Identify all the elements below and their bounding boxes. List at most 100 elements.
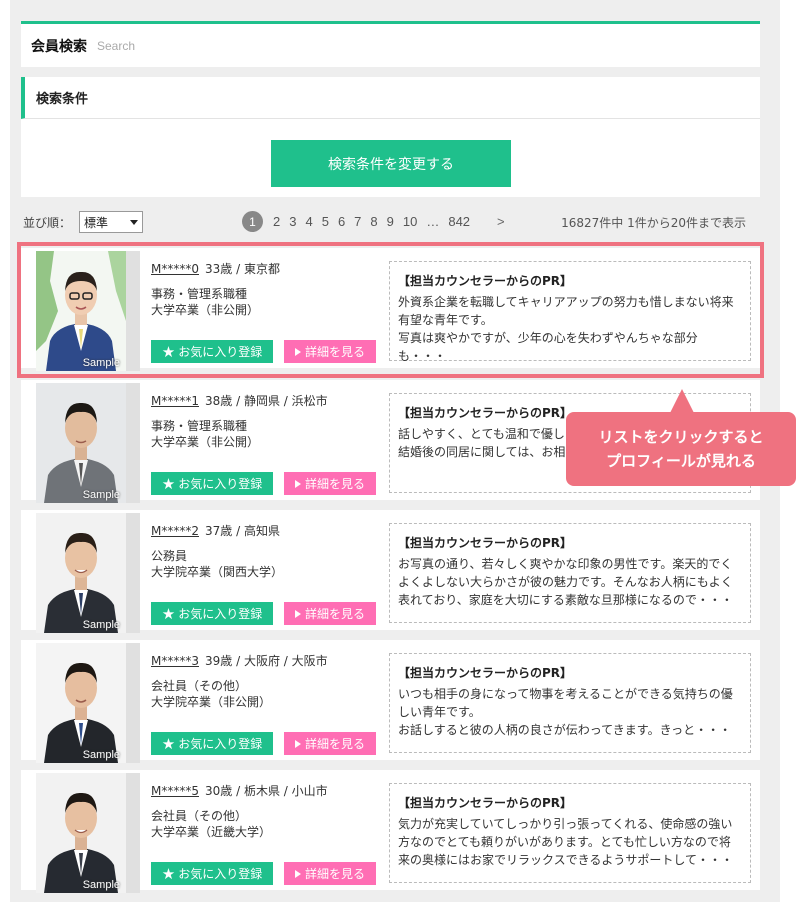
detail-button[interactable]: 詳細を見る xyxy=(284,472,376,495)
detail-label: 詳細を見る xyxy=(304,345,365,359)
member-job: 事務・管理系職種 xyxy=(151,419,248,433)
member-id-link[interactable]: M*****0 xyxy=(151,262,199,276)
member-education: 大学卒業（近畿大学） xyxy=(151,825,272,839)
sort-select[interactable]: 標準 xyxy=(79,211,144,233)
counselor-pr-box: 【担当カウンセラーからのPR】 お写真の通り、若々しく爽やかな印象の男性です。楽… xyxy=(389,523,751,623)
page-link[interactable]: 5 xyxy=(322,214,329,229)
next-page-link[interactable]: > xyxy=(497,214,505,229)
sample-label: Sample xyxy=(82,879,120,891)
sample-label: Sample xyxy=(82,619,120,631)
member-job: 会社員（その他） xyxy=(151,679,248,693)
star-icon: ★ xyxy=(161,734,176,753)
man-portrait-icon xyxy=(36,773,126,893)
member-education: 大学院卒業（関西大学） xyxy=(151,565,284,579)
member-photo: Sample xyxy=(36,773,126,893)
result-count: 16827件中 1件から20件まで表示 xyxy=(561,216,746,230)
member-photo: Sample xyxy=(36,383,126,503)
star-icon: ★ xyxy=(161,864,176,883)
member-age-location: 30歳 / 栃木県 / 小山市 xyxy=(205,784,328,798)
photo-side-strip xyxy=(126,251,140,371)
favorite-button[interactable]: ★ お気に入り登録 xyxy=(151,862,273,885)
page-link[interactable]: 842 xyxy=(448,214,470,229)
page-link[interactable]: 10 xyxy=(403,214,417,229)
man-portrait-icon xyxy=(36,513,126,633)
photo-side-strip xyxy=(126,773,140,893)
detail-button[interactable]: 詳細を見る xyxy=(284,862,376,885)
play-arrow-icon xyxy=(294,869,301,878)
detail-button[interactable]: 詳細を見る xyxy=(284,602,376,625)
counselor-pr-box: 【担当カウンセラーからのPR】 いつも相手の身になって物事を考えることができる気… xyxy=(389,653,751,753)
member-info: M*****1 38歳 / 静岡県 / 浜松市 事務・管理系職種 大学卒業（非公開… xyxy=(151,392,381,450)
member-info: M*****2 37歳 / 高知県 公務員 大学院卒業（関西大学） xyxy=(151,522,381,580)
page-link[interactable]: 6 xyxy=(338,214,345,229)
man-portrait-icon xyxy=(36,251,126,371)
star-icon: ★ xyxy=(161,604,176,623)
chevron-down-icon xyxy=(130,219,139,225)
member-id-link[interactable]: M*****2 xyxy=(151,524,199,538)
photo-side-strip xyxy=(126,513,140,633)
star-icon: ★ xyxy=(161,342,176,361)
counselor-pr-box: 【担当カウンセラーからのPR】 気力が充実していてしっかり引っ張ってくれる、使命… xyxy=(389,783,751,883)
member-info: M*****3 39歳 / 大阪府 / 大阪市 会社員（その他） 大学院卒業（非公… xyxy=(151,652,381,710)
change-conditions-button[interactable]: 検索条件を変更する xyxy=(271,140,511,187)
page-link-current[interactable]: 1 xyxy=(242,211,263,232)
member-card[interactable]: Sample M*****2 37歳 / 高知県 公務員 大学院卒業（関西大学） … xyxy=(21,510,760,633)
favorite-label: お気に入り登録 xyxy=(178,607,263,621)
play-arrow-icon xyxy=(294,739,301,748)
pr-title: 【担当カウンセラーからのPR】 xyxy=(398,274,573,288)
pr-text: いつも相手の身になって物事を考えることができる気持ちの優しい青年です。 お話しす… xyxy=(398,687,733,737)
member-photo: Sample xyxy=(36,513,126,633)
favorite-label: お気に入り登録 xyxy=(178,867,263,881)
play-arrow-icon xyxy=(294,347,301,356)
pr-title: 【担当カウンセラーからのPR】 xyxy=(398,666,573,680)
member-age-location: 37歳 / 高知県 xyxy=(205,524,280,538)
favorite-button[interactable]: ★ お気に入り登録 xyxy=(151,472,273,495)
counselor-pr-box: 【担当カウンセラーからのPR】 外資系企業を転職してキャリアアップの努力も惜しま… xyxy=(389,261,751,363)
member-card[interactable]: Sample M*****0 33歳 / 東京都 事務・管理系職種 大学卒業（非公… xyxy=(21,248,760,371)
favorite-label: お気に入り登録 xyxy=(178,477,263,491)
search-conditions-panel: 検索条件 検索条件を変更する xyxy=(21,77,760,197)
page-subtitle: Search xyxy=(97,38,136,53)
member-education: 大学卒業（非公開） xyxy=(151,303,260,317)
page-header: 会員検索 Search xyxy=(21,21,760,67)
pagination: 1 2 3 4 5 6 7 8 9 10 … 842 > xyxy=(242,211,505,232)
member-age-location: 39歳 / 大阪府 / 大阪市 xyxy=(205,654,328,668)
page-link[interactable]: 2 xyxy=(273,214,280,229)
pr-text: 気力が充実していてしっかり引っ張ってくれる、使命感の強い方なのでとても頼りがいが… xyxy=(398,817,734,867)
play-arrow-icon xyxy=(294,479,301,488)
member-info: M*****0 33歳 / 東京都 事務・管理系職種 大学卒業（非公開） xyxy=(151,260,381,318)
member-id-link[interactable]: M*****5 xyxy=(151,784,199,798)
page-link[interactable]: 9 xyxy=(387,214,394,229)
favorite-button[interactable]: ★ お気に入り登録 xyxy=(151,732,273,755)
favorite-button[interactable]: ★ お気に入り登録 xyxy=(151,340,273,363)
callout-arrow xyxy=(670,389,694,413)
member-id-link[interactable]: M*****1 xyxy=(151,394,199,408)
member-education: 大学院卒業（非公開） xyxy=(151,695,272,709)
detail-button[interactable]: 詳細を見る xyxy=(284,732,376,755)
callout-bubble: リストをクリックすると プロフィールが見れる xyxy=(566,412,796,486)
member-id-link[interactable]: M*****3 xyxy=(151,654,199,668)
member-job: 事務・管理系職種 xyxy=(151,287,248,301)
detail-label: 詳細を見る xyxy=(304,867,365,881)
page-link[interactable]: 3 xyxy=(289,214,296,229)
member-info: M*****5 30歳 / 栃木県 / 小山市 会社員（その他） 大学卒業（近畿大… xyxy=(151,782,381,840)
pr-title: 【担当カウンセラーからのPR】 xyxy=(398,536,573,550)
page-link[interactable]: 8 xyxy=(370,214,377,229)
pr-title: 【担当カウンセラーからのPR】 xyxy=(398,796,573,810)
sample-label: Sample xyxy=(82,357,120,369)
page-link[interactable]: 7 xyxy=(354,214,361,229)
member-age-location: 38歳 / 静岡県 / 浜松市 xyxy=(205,394,328,408)
callout-line-1: リストをクリックすると xyxy=(598,428,764,446)
sort-bar: 並び順： 標準 1 2 3 4 5 6 7 8 9 10 … 842 > 168… xyxy=(21,207,760,237)
page-link[interactable]: 4 xyxy=(305,214,312,229)
man-portrait-icon xyxy=(36,383,126,503)
man-portrait-icon xyxy=(36,643,126,763)
member-card[interactable]: Sample M*****5 30歳 / 栃木県 / 小山市 会社員（その他） 大… xyxy=(21,770,760,893)
member-job: 会社員（その他） xyxy=(151,809,248,823)
favorite-button[interactable]: ★ お気に入り登録 xyxy=(151,602,273,625)
detail-button[interactable]: 詳細を見る xyxy=(284,340,376,363)
member-photo: Sample xyxy=(36,251,126,371)
detail-label: 詳細を見る xyxy=(304,737,365,751)
favorite-label: お気に入り登録 xyxy=(178,345,263,359)
member-card[interactable]: Sample M*****3 39歳 / 大阪府 / 大阪市 会社員（その他） 大… xyxy=(21,640,760,763)
